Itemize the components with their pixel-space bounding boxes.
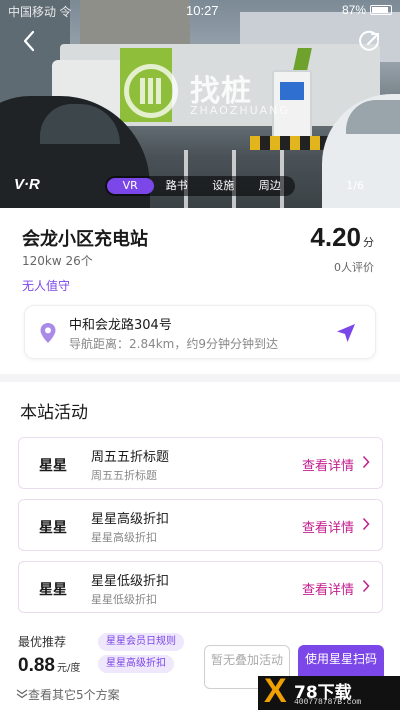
status-right: 87%: [342, 3, 392, 17]
location-pin-icon: [40, 323, 56, 343]
station-info: 会龙小区充电站 120kw 26个 无人值守 4.20 分 0人评价 中和会龙路…: [0, 208, 400, 378]
tab-vr[interactable]: VR: [107, 178, 154, 194]
activities-title: 本站活动: [20, 403, 88, 423]
section-divider: [0, 374, 400, 382]
activity-card[interactable]: 星星 星星高级折扣 星星高级折扣 查看详情: [18, 499, 383, 551]
price-unit: 元/度: [56, 663, 81, 674]
activity-subtitle: 星星高级折扣: [91, 531, 157, 544]
score-value: 4.20: [310, 222, 361, 252]
tab-facilities[interactable]: 设施: [200, 178, 247, 194]
more-plans-link[interactable]: 查看其它5个方案: [16, 686, 120, 703]
score-unit: 分: [363, 236, 374, 249]
hero-tab-bar: VR 路书 设施 周边: [105, 176, 295, 196]
activity-operator: 星星: [39, 582, 67, 598]
status-bar: 中国移动 令 10:27 87%: [0, 0, 400, 20]
site-watermark-url: 400778787B.com: [294, 698, 362, 707]
station-address: 中和会龙路304号: [69, 318, 172, 333]
station-name: 会龙小区充电站: [22, 229, 148, 250]
activity-operator: 星星: [39, 520, 67, 536]
share-button[interactable]: [358, 30, 382, 54]
site-watermark-x-icon: X: [264, 672, 287, 710]
tab-route[interactable]: 路书: [154, 178, 201, 194]
share-icon: [359, 30, 379, 51]
price: 0.88 元/度: [18, 655, 80, 677]
vr-logo: V·R: [14, 176, 40, 193]
navigate-arrow-icon[interactable]: [335, 322, 357, 344]
double-chevron-down-icon: [16, 689, 28, 699]
chevron-right-icon: [362, 455, 370, 469]
price-value: 0.88: [18, 655, 55, 676]
view-details-link[interactable]: 查看详情: [302, 455, 354, 474]
recommend-label: 最优推荐: [18, 635, 67, 649]
navigation-distance: 导航距离：2.84km，约9分钟分钟到达: [69, 337, 278, 351]
watermark-bars-icon: [140, 78, 162, 104]
rule-pill[interactable]: 星星会员日规则: [98, 633, 184, 651]
view-details-link[interactable]: 查看详情: [302, 517, 354, 536]
station-tag: 无人值守: [22, 279, 71, 293]
back-button[interactable]: [22, 30, 42, 54]
activity-subtitle: 星星低级折扣: [91, 593, 157, 606]
chevron-right-icon: [362, 517, 370, 531]
chevron-left-icon: [23, 30, 35, 52]
tab-nearby[interactable]: 周边: [247, 178, 294, 194]
review-count[interactable]: 0人评价: [334, 259, 374, 275]
photo-counter: 1/6: [346, 179, 364, 192]
activity-card[interactable]: 星星 星星低级折扣 星星低级折扣 查看详情: [18, 561, 383, 613]
more-plans-label: 查看其它5个方案: [28, 688, 120, 702]
activity-subtitle: 周五五折标题: [91, 469, 157, 482]
view-details-link[interactable]: 查看详情: [302, 579, 354, 598]
site-watermark: X 78下载 400778787B.com: [258, 672, 400, 710]
charger-screen: [280, 82, 304, 100]
activity-title: 周五五折标题: [91, 450, 170, 465]
activity-operator: 星星: [39, 458, 67, 474]
station-power: 120kw 26个: [22, 254, 93, 268]
activity-title: 星星高级折扣: [91, 512, 170, 527]
watermark-subtitle: ZHAOZHUANG: [190, 104, 290, 117]
discount-pill[interactable]: 星星高级折扣: [98, 655, 174, 673]
battery-icon: [370, 5, 392, 15]
barrier: [250, 136, 330, 150]
carrier-label: 中国移动 令: [8, 5, 72, 19]
station-score: 4.20 分: [310, 222, 374, 253]
activity-card[interactable]: 星星 周五五折标题 周五五折标题 查看详情: [18, 437, 383, 489]
status-time: 10:27: [186, 3, 219, 18]
address-card[interactable]: 中和会龙路304号 导航距离：2.84km，约9分钟分钟到达: [24, 305, 376, 359]
chevron-right-icon: [362, 579, 370, 593]
battery-percent: 87%: [341, 3, 366, 17]
activity-title: 星星低级折扣: [91, 574, 170, 589]
